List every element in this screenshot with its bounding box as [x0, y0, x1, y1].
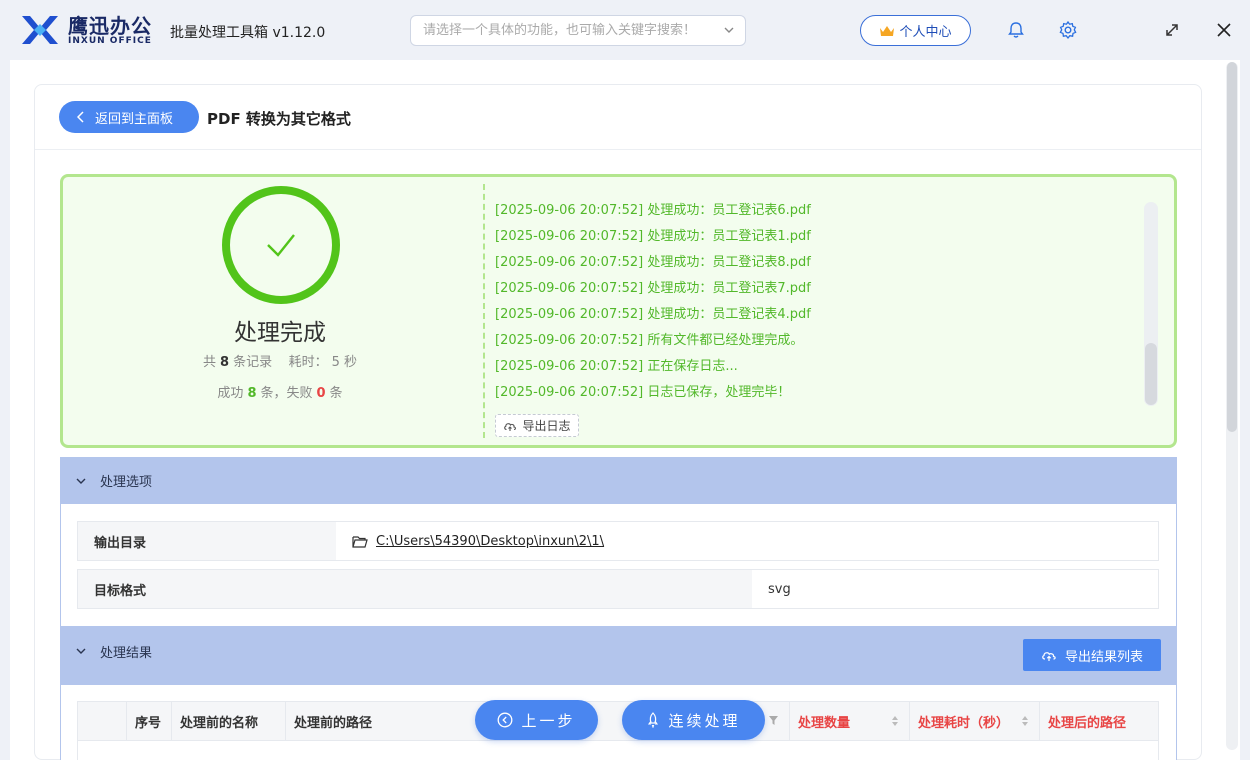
target-format-label: 目标格式 [78, 570, 752, 608]
success-count: 8 [247, 386, 257, 401]
time-suffix: 秒 [343, 355, 357, 370]
log-line: [2025-09-06 20:07:52] 正在保存日志... [495, 359, 738, 374]
logo-icon [22, 16, 58, 44]
log-line: [2025-09-06 20:07:52] 处理成功：员工登记表8.pdf [495, 255, 811, 270]
log-line: [2025-09-06 20:07:52] 日志已保存，处理完毕！ [495, 385, 791, 400]
fail-count: 0 [316, 386, 326, 401]
export-results-button[interactable]: 导出结果列表 [1023, 639, 1161, 671]
select-column-header [78, 702, 126, 740]
export-log-label: 导出日志 [522, 419, 571, 433]
previous-step-button[interactable]: 上一步 [475, 700, 598, 740]
back-label: 返回到主面板 [95, 111, 174, 127]
process-log: [2025-09-06 20:07:52] 处理成功：员工登记表6.pdf [2… [495, 198, 811, 406]
log-line: [2025-09-06 20:07:52] 处理成功：员工登记表1.pdf [495, 229, 811, 244]
close-icon[interactable] [1214, 20, 1234, 40]
column-header-count[interactable]: 处理数量 [789, 702, 909, 740]
options-section-title: 处理选项 [100, 475, 153, 490]
log-line: [2025-09-06 20:07:52] 处理成功：员工登记表7.pdf [495, 281, 811, 296]
column-header-output-path: 处理后的路径 [1039, 702, 1158, 740]
chevron-down-icon [76, 478, 86, 484]
page-title: PDF 转换为其它格式 [207, 110, 351, 128]
total-count: 8 [220, 355, 230, 370]
brand-name: 鹰迅办公 [68, 14, 152, 38]
check-circle-icon [222, 186, 340, 304]
total-suffix: 条记录 [233, 355, 273, 370]
output-dir-label: 输出目录 [78, 522, 336, 560]
circle-chevron-left-icon [498, 712, 513, 728]
results-table-header: 序号 处理前的名称 处理前的路径 处理数量 处理耗时（秒） 处理后的路径 [77, 701, 1159, 741]
total-prefix: 共 [203, 355, 217, 370]
output-dir-link[interactable]: C:\Users\54390\Desktop\inxun\2\1\ [376, 534, 604, 549]
continue-processing-label: 连续处理 [668, 711, 741, 730]
brand-subtitle: INXUN OFFICE [68, 36, 152, 46]
panel-divider [483, 184, 485, 438]
chevron-left-icon [77, 111, 84, 123]
title-bar: 鹰迅办公 INXUN OFFICE 批量处理工具箱 v1.12.0 个人中心 [0, 0, 1250, 60]
column-header-duration[interactable]: 处理耗时（秒） [909, 702, 1039, 740]
log-line: [2025-09-06 20:07:52] 处理成功：员工登记表6.pdf [495, 203, 811, 218]
target-format-row: 目标格式 svg [77, 569, 1159, 609]
output-dir-row: 输出目录 C:\Users\54390\Desktop\inxun\2\1\ [77, 521, 1159, 561]
gear-icon[interactable] [1058, 20, 1078, 40]
log-scrollbar-thumb[interactable] [1145, 343, 1157, 405]
app-title: 批量处理工具箱 v1.12.0 [170, 25, 326, 41]
resize-icon[interactable] [1162, 20, 1182, 40]
fail-suffix: 条 [329, 386, 343, 401]
column-header-duration-label: 处理耗时（秒） [918, 715, 1010, 731]
log-line: [2025-09-06 20:07:52] 处理成功：员工登记表4.pdf [495, 307, 811, 322]
sort-icon [892, 716, 898, 726]
page-scrollbar-thumb[interactable] [1227, 62, 1237, 432]
column-header-index: 序号 [126, 702, 171, 740]
crown-icon [880, 25, 895, 36]
chevron-down-icon [76, 648, 86, 654]
results-section-title: 处理结果 [100, 646, 153, 661]
continue-processing-button[interactable]: 连续处理 [622, 700, 765, 740]
filter-icon[interactable] [768, 715, 779, 726]
chevron-down-icon[interactable] [723, 24, 735, 36]
record-summary: 共 8 条记录 耗时： 5 秒 [150, 351, 410, 370]
sort-icon [1022, 716, 1028, 726]
column-header-source-name: 处理前的名称 [171, 702, 285, 740]
success-prefix: 成功 [217, 386, 244, 401]
export-log-button[interactable]: 导出日志 [495, 414, 579, 437]
output-dir-value: C:\Users\54390\Desktop\inxun\2\1\ [352, 522, 604, 560]
column-header-count-label: 处理数量 [798, 715, 851, 731]
function-search[interactable] [410, 15, 746, 46]
header-divider [35, 149, 1201, 150]
rocket-icon [648, 712, 659, 728]
results-section-header[interactable]: 处理结果 [60, 626, 1177, 685]
time-value: 5 [331, 355, 340, 370]
result-summary: 成功 8 条，失败 0 条 [150, 382, 410, 401]
bell-icon[interactable] [1006, 20, 1026, 40]
cloud-upload-icon [504, 422, 517, 431]
cloud-upload-icon [1042, 651, 1056, 661]
options-section-header[interactable]: 处理选项 [60, 457, 1177, 504]
search-input[interactable] [411, 16, 711, 45]
back-to-dashboard-button[interactable]: 返回到主面板 [59, 101, 199, 133]
target-format-value: svg [768, 581, 791, 597]
success-mid: 条，失败 [260, 386, 313, 401]
time-prefix: 耗时： [288, 355, 328, 370]
user-center-label: 个人中心 [899, 25, 952, 40]
status-title: 处理完成 [234, 320, 326, 346]
previous-step-label: 上一步 [521, 711, 576, 730]
log-line: [2025-09-06 20:07:52] 所有文件都已经处理完成。 [495, 333, 804, 348]
user-center-button[interactable]: 个人中心 [860, 15, 971, 46]
table-row[interactable] [77, 741, 1159, 760]
export-results-label: 导出结果列表 [1064, 649, 1143, 665]
folder-open-icon [352, 535, 368, 548]
